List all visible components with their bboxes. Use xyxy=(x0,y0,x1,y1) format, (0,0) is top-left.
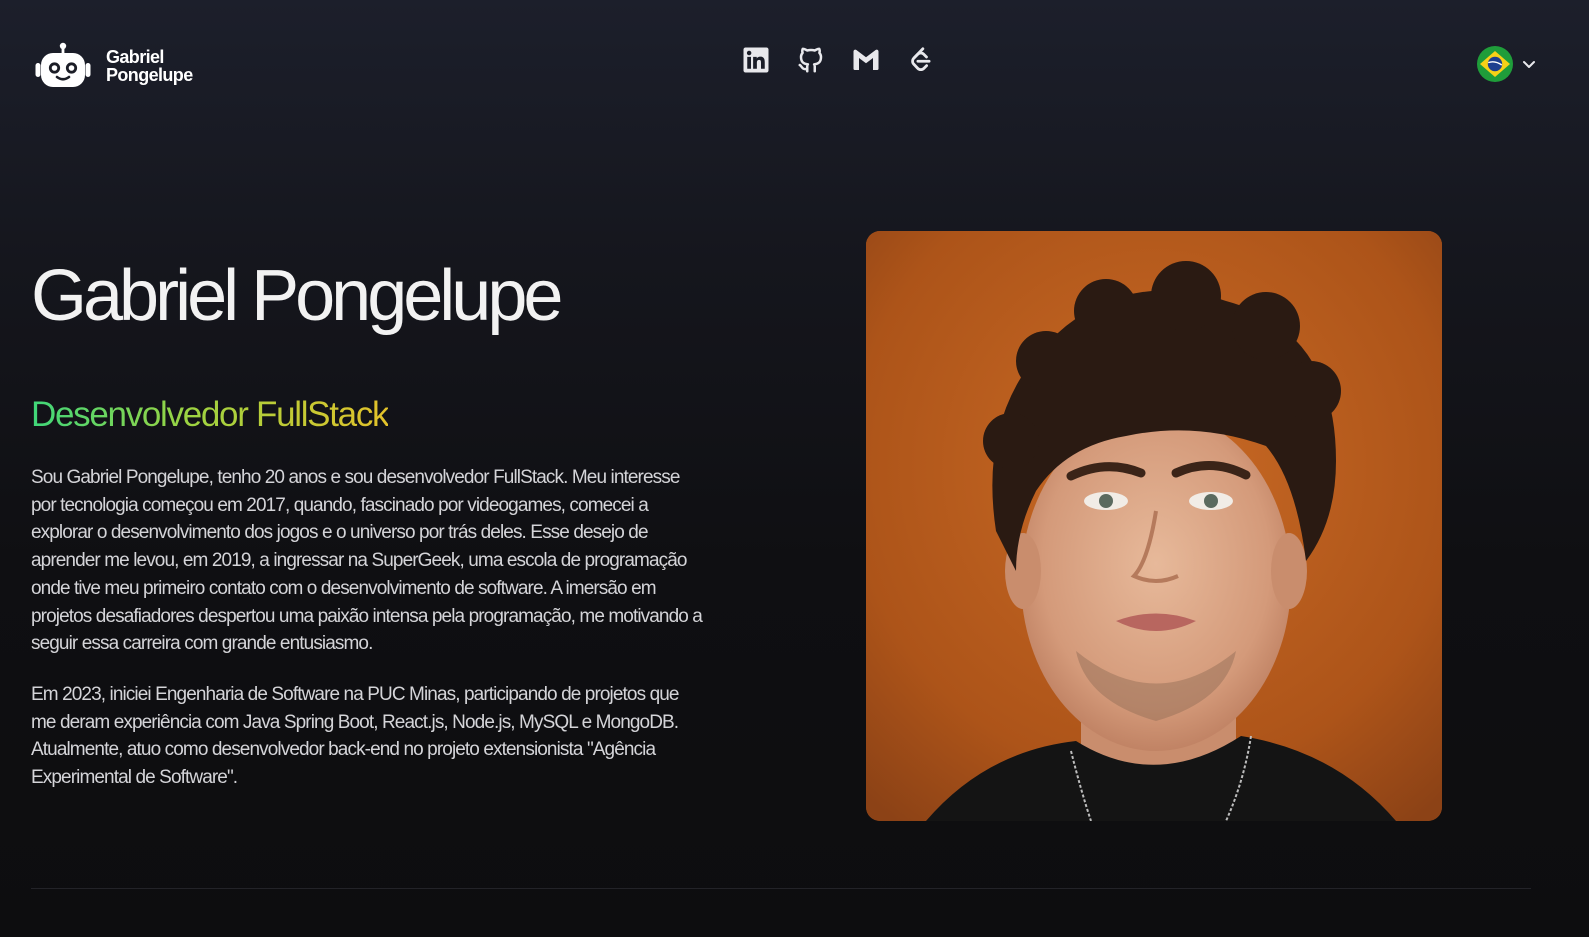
leetcode-link[interactable] xyxy=(905,44,937,76)
about-section: Gabriel Pongelupe Desenvolvedor FullStac… xyxy=(31,250,711,792)
page-title: Gabriel Pongelupe xyxy=(31,256,563,336)
gmail-link[interactable] xyxy=(850,44,882,76)
linkedin-icon xyxy=(743,47,769,73)
github-icon xyxy=(798,47,823,73)
brazil-flag-icon xyxy=(1477,46,1513,82)
bio-paragraph-1: Sou Gabriel Pongelupe, tenho 20 anos e s… xyxy=(31,467,703,655)
linkedin-link[interactable] xyxy=(740,44,772,76)
brand-home-link[interactable]: Gabriel Pongelupe xyxy=(34,42,193,90)
site-header: Gabriel Pongelupe xyxy=(0,0,1589,130)
brand-name-first: Gabriel xyxy=(106,47,164,67)
chevron-down-icon xyxy=(1521,56,1537,72)
robot-icon xyxy=(35,42,91,87)
profile-photo xyxy=(866,231,1442,821)
social-links xyxy=(740,44,937,76)
brand-name-last: Pongelupe xyxy=(106,65,193,85)
brand-name: Gabriel Pongelupe xyxy=(106,48,193,84)
section-divider xyxy=(31,888,1531,889)
language-selector[interactable] xyxy=(1477,46,1537,82)
github-link[interactable] xyxy=(795,44,827,76)
leetcode-icon xyxy=(911,47,931,72)
role-subtitle: Desenvolvedor FullStack xyxy=(31,395,390,434)
gmail-icon xyxy=(853,49,879,70)
bio-paragraph-2: Em 2023, iniciei Engenharia de Software … xyxy=(31,683,679,789)
